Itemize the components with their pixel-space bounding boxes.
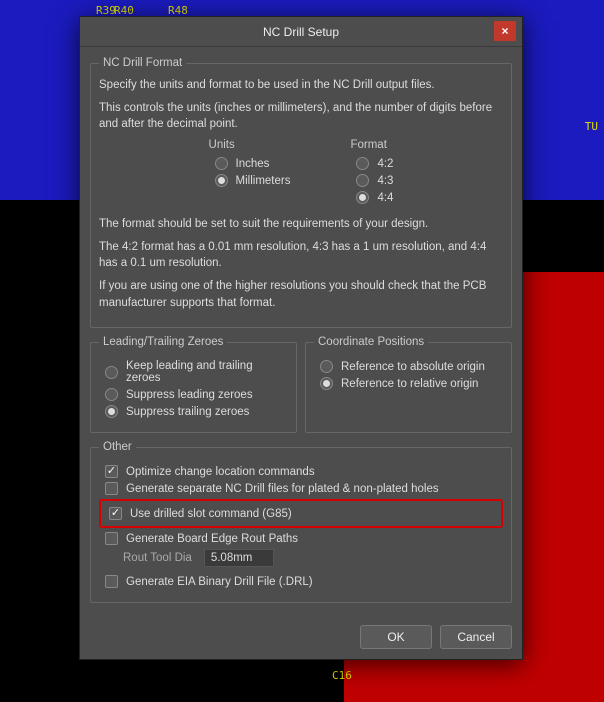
radio-label: Suppress trailing zeroes xyxy=(126,406,249,418)
radio-relative-origin[interactable]: Reference to relative origin xyxy=(314,377,503,390)
check-label: Use drilled slot command (G85) xyxy=(130,508,292,520)
titlebar[interactable]: NC Drill Setup × xyxy=(80,17,522,47)
check-label: Generate EIA Binary Drill File (.DRL) xyxy=(126,576,313,588)
check-label: Generate separate NC Drill files for pla… xyxy=(126,483,439,495)
radio-inches[interactable]: Inches xyxy=(209,157,291,170)
radio-indicator xyxy=(105,405,118,418)
cancel-button[interactable]: Cancel xyxy=(440,625,512,649)
radio-label: 4:2 xyxy=(377,158,393,170)
radio-label: Inches xyxy=(236,158,270,170)
format-desc-2: This controls the units (inches or milli… xyxy=(99,100,503,133)
radio-indicator xyxy=(320,360,333,373)
check-rout-paths[interactable]: Generate Board Edge Rout Paths xyxy=(99,532,503,545)
radio-suppress-leading[interactable]: Suppress leading zeroes xyxy=(99,388,288,401)
radio-indicator xyxy=(215,174,228,187)
group-legend: Coordinate Positions xyxy=(314,336,428,348)
radio-millimeters[interactable]: Millimeters xyxy=(209,174,291,187)
radio-label: Reference to absolute origin xyxy=(341,361,485,373)
check-label: Optimize change location commands xyxy=(126,466,315,478)
nc-drill-format-group: NC Drill Format Specify the units and fo… xyxy=(90,57,512,328)
dialog-content: NC Drill Format Specify the units and fo… xyxy=(80,47,522,617)
nc-drill-setup-dialog: NC Drill Setup × NC Drill Format Specify… xyxy=(79,16,523,660)
radio-indicator xyxy=(356,157,369,170)
radio-4-3[interactable]: 4:3 xyxy=(350,174,393,187)
rout-tool-row: Rout Tool Dia xyxy=(99,549,503,567)
check-indicator xyxy=(105,575,118,588)
highlight-annotation: Use drilled slot command (G85) xyxy=(99,499,503,528)
check-indicator xyxy=(105,465,118,478)
radio-4-2[interactable]: 4:2 xyxy=(350,157,393,170)
check-indicator xyxy=(109,507,122,520)
other-group: Other Optimize change location commands … xyxy=(90,441,512,603)
pcb-designator: TU xyxy=(585,120,598,133)
format-subgroup: Format 4:2 4:3 4:4 xyxy=(350,139,393,208)
radio-suppress-trailing[interactable]: Suppress trailing zeroes xyxy=(99,405,288,418)
radio-label: Reference to relative origin xyxy=(341,378,478,390)
check-optimize[interactable]: Optimize change location commands xyxy=(99,465,503,478)
check-drilled-slot[interactable]: Use drilled slot command (G85) xyxy=(103,507,499,520)
radio-indicator xyxy=(320,377,333,390)
group-legend: Other xyxy=(99,441,136,453)
check-eia-binary[interactable]: Generate EIA Binary Drill File (.DRL) xyxy=(99,575,503,588)
format-desc-5: If you are using one of the higher resol… xyxy=(99,278,503,311)
zeroes-group: Leading/Trailing Zeroes Keep leading and… xyxy=(90,336,297,433)
radio-indicator xyxy=(356,174,369,187)
format-title: Format xyxy=(350,139,393,151)
close-button[interactable]: × xyxy=(494,21,516,41)
radio-absolute-origin[interactable]: Reference to absolute origin xyxy=(314,360,503,373)
format-desc-4: The 4:2 format has a 0.01 mm resolution,… xyxy=(99,239,503,272)
check-indicator xyxy=(105,482,118,495)
rout-tool-input[interactable] xyxy=(204,549,274,567)
format-desc-1: Specify the units and format to be used … xyxy=(99,77,503,94)
radio-label: Keep leading and trailing zeroes xyxy=(126,360,288,384)
check-separate-files[interactable]: Generate separate NC Drill files for pla… xyxy=(99,482,503,495)
close-icon: × xyxy=(501,24,508,38)
radio-label: 4:3 xyxy=(377,175,393,187)
units-subgroup: Units Inches Millimeters xyxy=(209,139,291,208)
radio-indicator xyxy=(105,388,118,401)
radio-indicator xyxy=(356,191,369,204)
radio-label: 4:4 xyxy=(377,192,393,204)
radio-indicator xyxy=(105,366,118,379)
radio-indicator xyxy=(215,157,228,170)
dialog-title: NC Drill Setup xyxy=(263,25,339,39)
button-bar: OK Cancel xyxy=(80,617,522,659)
radio-label: Suppress leading zeroes xyxy=(126,389,253,401)
coordinate-group: Coordinate Positions Reference to absolu… xyxy=(305,336,512,433)
check-label: Generate Board Edge Rout Paths xyxy=(126,533,298,545)
group-legend: NC Drill Format xyxy=(99,57,186,69)
format-desc-3: The format should be set to suit the req… xyxy=(99,216,503,233)
radio-keep-zeroes[interactable]: Keep leading and trailing zeroes xyxy=(99,360,288,384)
pcb-designator: C16 xyxy=(332,669,352,682)
rout-tool-label: Rout Tool Dia xyxy=(123,552,192,564)
check-indicator xyxy=(105,532,118,545)
ok-button[interactable]: OK xyxy=(360,625,432,649)
units-title: Units xyxy=(209,139,291,151)
group-legend: Leading/Trailing Zeroes xyxy=(99,336,227,348)
radio-4-4[interactable]: 4:4 xyxy=(350,191,393,204)
radio-label: Millimeters xyxy=(236,175,291,187)
